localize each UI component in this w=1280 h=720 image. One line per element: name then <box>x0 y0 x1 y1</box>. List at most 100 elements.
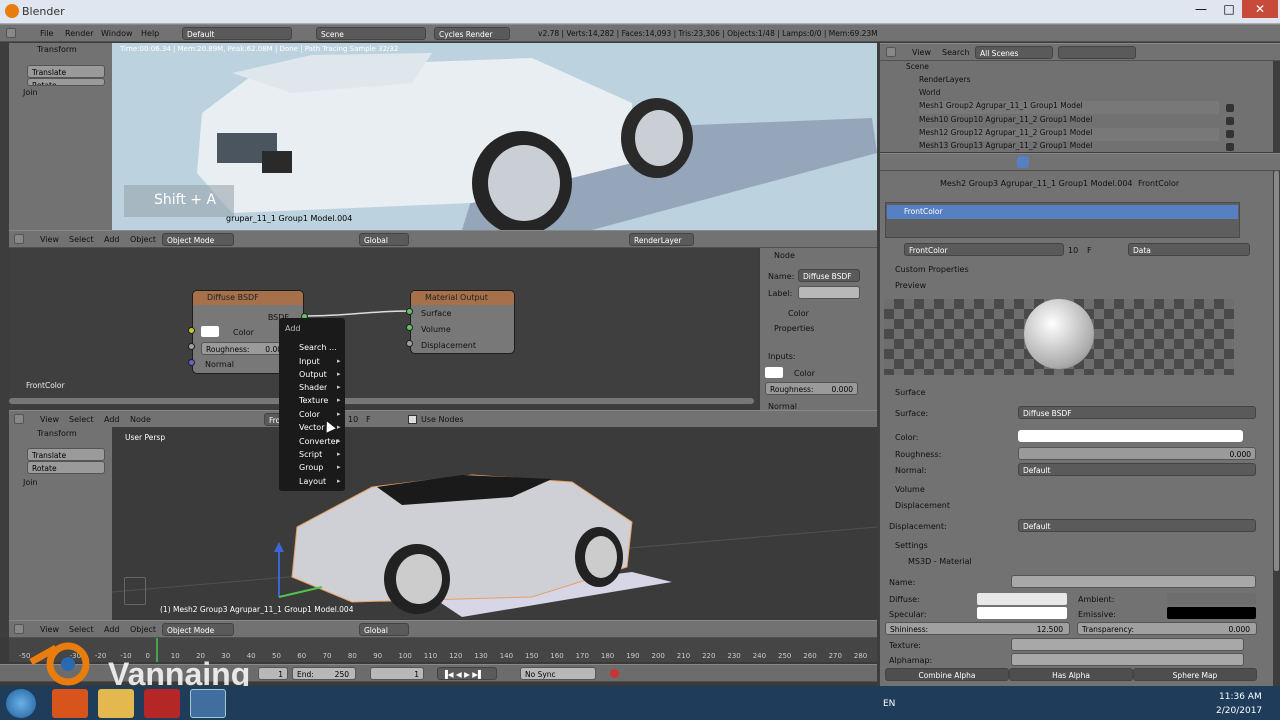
color-swatch[interactable] <box>201 326 219 337</box>
outliner-row[interactable]: World <box>919 88 1219 101</box>
surface-normal-select[interactable]: Default <box>1018 463 1256 476</box>
menu-item-color[interactable]: Color <box>299 410 320 419</box>
surface-roughness-field[interactable]: 0.000 <box>1018 447 1256 460</box>
close-button[interactable]: ✕ <box>1242 0 1278 18</box>
view3d-viewport[interactable]: User Persp (1) Mesh2 Group3 Agrupar_11_1… <box>112 427 877 621</box>
material-link-select[interactable]: Data <box>1128 243 1250 256</box>
editor-type-icon[interactable] <box>886 47 896 57</box>
material-tab-icon[interactable] <box>1017 156 1029 168</box>
menu-render[interactable]: Render <box>65 29 93 38</box>
editor-type-icon[interactable] <box>14 624 24 634</box>
sphere-map-toggle[interactable]: Sphere Map <box>1133 668 1257 681</box>
menu-item-search[interactable]: Search ... <box>299 343 337 352</box>
eye-icon[interactable] <box>1226 104 1234 112</box>
menu-item-texture[interactable]: Texture <box>299 396 328 405</box>
menu-add[interactable]: Add <box>104 415 120 424</box>
menu-item-input[interactable]: Input <box>299 357 320 366</box>
outliner-row[interactable]: Mesh1 Group2 Agrupar_11_1 Group1 Model <box>919 101 1219 114</box>
menu-add[interactable]: Add <box>104 625 120 634</box>
ms3d-texture-field[interactable] <box>1011 638 1244 651</box>
menu-item-output[interactable]: Output <box>299 370 327 379</box>
clock-date[interactable]: 2/20/2017 <box>1216 706 1262 716</box>
outliner-search-input[interactable] <box>1058 46 1136 59</box>
ms3d-name-field[interactable] <box>1011 575 1256 588</box>
has-alpha-toggle[interactable]: Has Alpha <box>1009 668 1133 681</box>
ms3d-transparency-field[interactable]: Transparency: 0.000 <box>1077 622 1257 635</box>
menu-help[interactable]: Help <box>141 29 159 38</box>
orientation-select[interactable]: Global <box>359 233 409 246</box>
renderlayer-select[interactable]: RenderLayer <box>629 233 694 246</box>
material-slot-item[interactable]: FrontColor <box>887 205 1238 219</box>
translate-button[interactable]: Translate <box>27 65 105 78</box>
menu-search[interactable]: Search <box>942 48 969 57</box>
menu-select[interactable]: Select <box>69 625 94 634</box>
editor-type-icon[interactable] <box>6 28 16 38</box>
editor-type-icon[interactable] <box>14 234 24 244</box>
menu-select[interactable]: Select <box>69 235 94 244</box>
outliner-row[interactable]: Mesh10 Group10 Agrupar_11_2 Group1 Model <box>919 115 1219 128</box>
combine-alpha-toggle[interactable]: Combine Alpha <box>885 668 1009 681</box>
render-engine-select[interactable]: Cycles Render <box>434 27 510 40</box>
start-frame-field[interactable]: 1 <box>258 667 288 680</box>
mode-select[interactable]: Object Mode <box>162 623 234 636</box>
menu-view[interactable]: View <box>912 48 931 57</box>
outliner-row[interactable]: Scene <box>906 62 1266 75</box>
volume-input-socket[interactable] <box>406 324 413 331</box>
settings-header[interactable]: Settings <box>895 541 928 550</box>
taskbar-app-icon[interactable] <box>144 689 180 718</box>
volume-header[interactable]: Volume <box>895 485 925 494</box>
current-frame-field[interactable]: 1 <box>370 667 424 680</box>
record-button[interactable] <box>610 669 619 678</box>
side-color-swatch[interactable] <box>765 367 783 378</box>
scene-selector[interactable]: Scene <box>316 27 426 40</box>
eye-icon[interactable] <box>1226 117 1234 125</box>
ms3d-ambient-swatch[interactable] <box>1167 593 1256 605</box>
menu-item-converter[interactable]: Converter <box>299 437 339 446</box>
language-indicator[interactable]: EN <box>883 699 895 709</box>
color-input-socket[interactable] <box>188 327 195 334</box>
maximize-button[interactable]: □ <box>1214 0 1244 18</box>
surface-color-swatch[interactable] <box>1018 430 1243 442</box>
outliner-row[interactable]: RenderLayers <box>919 75 1219 88</box>
menu-select[interactable]: Select <box>69 415 94 424</box>
menu-item-layout[interactable]: Layout <box>299 477 326 486</box>
roughness-input-socket[interactable] <box>188 343 195 350</box>
editor-type-icon[interactable] <box>14 414 24 424</box>
minimize-button[interactable]: — <box>1186 0 1216 18</box>
node-name-field[interactable]: Diffuse BSDF <box>798 269 860 282</box>
menu-item-script[interactable]: Script <box>299 450 322 459</box>
ms3d-diffuse-swatch[interactable] <box>977 593 1067 605</box>
toolshelf-transform-header[interactable]: Transform <box>37 429 77 438</box>
outliner-row[interactable]: Mesh12 Group12 Agrupar_11_2 Group1 Model <box>919 128 1219 141</box>
mode-select[interactable]: Object Mode <box>162 233 234 246</box>
ms3d-header[interactable]: MS3D - Material <box>908 557 972 566</box>
fake-user-toggle[interactable]: F <box>366 415 371 424</box>
diffuse-roughness-field[interactable]: Roughness: 0.00 <box>201 342 287 355</box>
menu-view[interactable]: View <box>40 415 59 424</box>
properties-panel-header[interactable]: Properties <box>774 324 814 333</box>
playback-controls[interactable]: ▐◀ ◀ ▶ ▶▌ <box>437 667 497 680</box>
translate-button[interactable]: Translate <box>27 448 105 461</box>
menu-item-group[interactable]: Group <box>299 463 323 472</box>
properties-scrollbar[interactable] <box>1274 171 1279 571</box>
taskbar-folder-icon[interactable] <box>98 689 134 718</box>
material-name-field[interactable]: FrontColor <box>904 243 1064 256</box>
menu-node[interactable]: Node <box>130 415 151 424</box>
toolshelf-transform-header[interactable]: Transform <box>37 45 77 54</box>
layout-selector[interactable]: Default <box>182 27 292 40</box>
side-roughness-field[interactable]: Roughness: 0.000 <box>765 382 858 395</box>
menu-view[interactable]: View <box>40 625 59 634</box>
material-slot-list[interactable]: FrontColor <box>885 202 1240 238</box>
clock-time[interactable]: 11:36 AM <box>1219 692 1262 702</box>
menu-file[interactable]: File <box>40 29 53 38</box>
surface-header[interactable]: Surface <box>895 388 925 397</box>
orientation-select[interactable]: Global <box>359 623 409 636</box>
start-button[interactable] <box>6 689 36 718</box>
node-label-field[interactable] <box>798 286 860 299</box>
node-editor[interactable]: Diffuse BSDF BSDF Color Roughness: 0.00 … <box>9 248 757 406</box>
node-editor-scrollbar[interactable] <box>9 398 754 404</box>
taskbar-app-icon[interactable] <box>52 689 88 718</box>
render-viewport[interactable]: Time:00:06.34 | Mem:20.89M, Peak:62.08M … <box>112 43 877 230</box>
use-nodes-checkbox[interactable] <box>408 415 417 424</box>
fake-user-toggle[interactable]: F <box>1087 246 1092 255</box>
